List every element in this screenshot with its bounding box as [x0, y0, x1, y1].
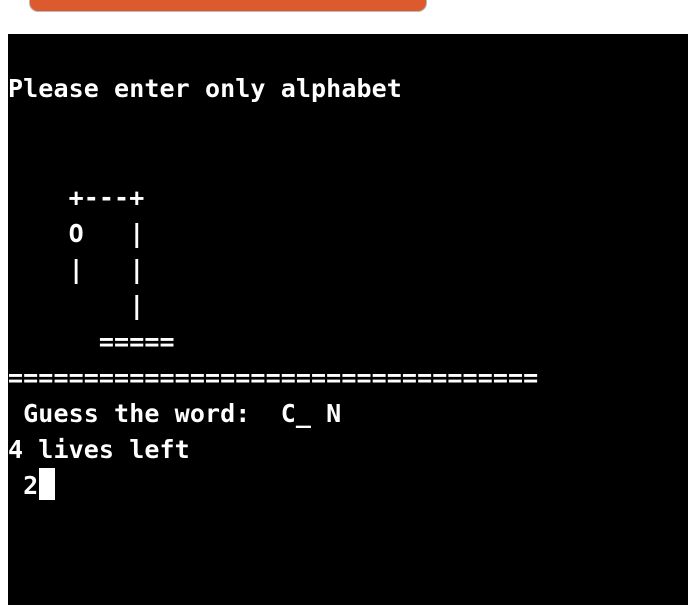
hangman-line-3: | |: [8, 255, 145, 284]
guess-word-line: Guess the word: C_ N: [8, 399, 342, 428]
hangman-line-5: =====: [8, 327, 175, 356]
separator-line: ===================================: [8, 363, 539, 392]
terminal-message: Please enter only alphabet: [8, 74, 402, 103]
run-program-button[interactable]: [29, 0, 427, 12]
hangman-line-2: O |: [8, 219, 145, 248]
input-line[interactable]: 2: [8, 468, 56, 504]
lives-left-line: 4 lives left: [8, 435, 190, 464]
hangman-line-1: +---+: [8, 183, 145, 212]
terminal-window[interactable]: Please enter only alphabet +---+ O | | |…: [8, 34, 688, 605]
hangman-line-4: |: [8, 291, 145, 320]
text-cursor: [39, 468, 56, 500]
input-value: 2: [8, 471, 39, 500]
page: Please enter only alphabet +---+ O | | |…: [0, 0, 688, 605]
